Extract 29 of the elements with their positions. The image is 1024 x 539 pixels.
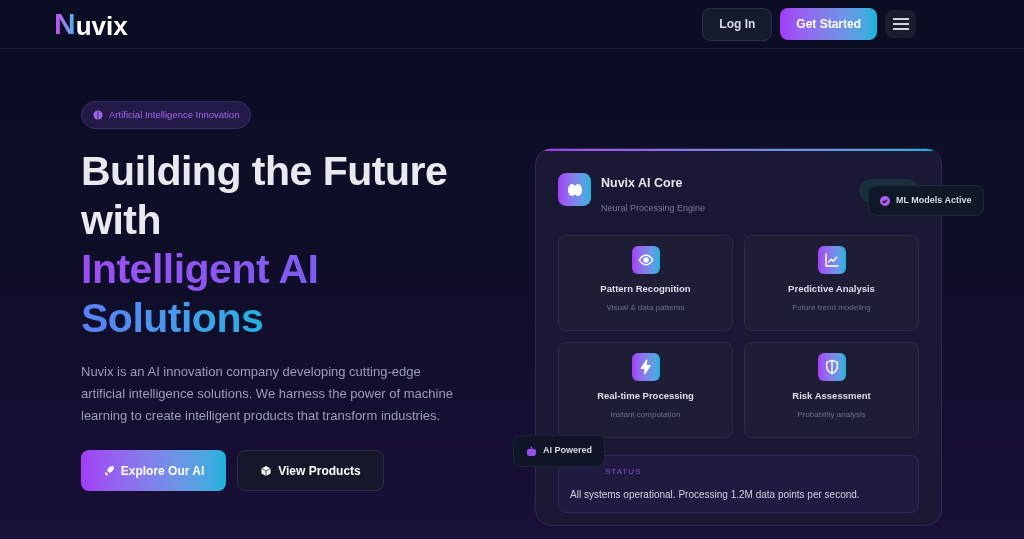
feature-title: Predictive Analysis <box>788 282 875 297</box>
logo[interactable]: Nuvix <box>54 9 128 39</box>
category-badge: Artificial Intelligence Innovation <box>81 101 252 129</box>
shield-icon <box>823 359 840 376</box>
get-started-button[interactable]: Get Started <box>780 8 877 40</box>
view-products-button[interactable]: View Products <box>237 450 384 491</box>
brain-logo-icon <box>558 173 591 206</box>
ai-powered-badge: AI Powered <box>513 435 605 467</box>
card-title: Nuvix AI Core <box>601 175 684 192</box>
feature-title: Real-time Processing <box>597 389 694 404</box>
description: Nuvix is an AI innovation company developing cutting-edge artificial intelligence solutions. We harness the power of machine learning to create intelligent products that transform industries. <box>81 363 454 425</box>
feature-title: Pattern Recognition <box>600 282 691 297</box>
feature-subtitle: Visual & data patterns <box>606 301 685 314</box>
status-text: All systems operational. Processing 1.2M data points per second. <box>570 488 861 503</box>
feature-subtitle: Future trend modeling <box>792 301 871 314</box>
robot-icon <box>526 445 537 457</box>
login-button[interactable]: Log In <box>702 7 773 41</box>
headline-line: Building the Future <box>81 148 448 194</box>
ml-models-badge: ML Models Active <box>868 185 984 216</box>
card-subtitle: Neural Processing Engine <box>601 201 706 215</box>
menu-button[interactable] <box>885 10 916 38</box>
feature-title: Risk Assessment <box>792 389 871 404</box>
feature-subtitle: Probability analysis <box>797 408 866 421</box>
line-chart-icon <box>823 252 840 269</box>
check-circle-icon <box>880 195 890 206</box>
feature-subtitle: Instant computation <box>610 408 681 421</box>
status-label: STATUS <box>605 466 643 479</box>
headline-line: with <box>81 197 161 243</box>
cube-icon <box>260 464 273 477</box>
